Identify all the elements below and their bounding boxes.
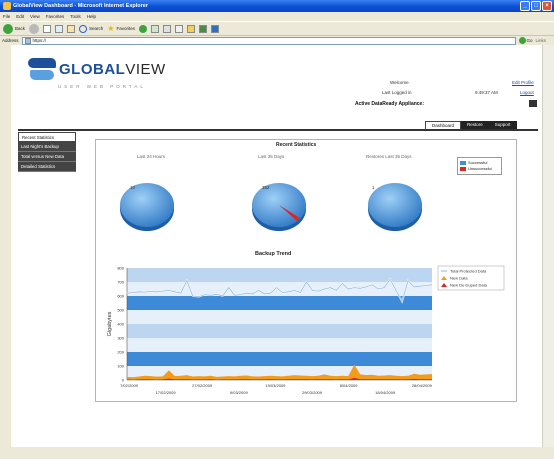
y-tick-label: 200 xyxy=(117,350,124,355)
y-tick-label: 600 xyxy=(117,294,124,299)
x-tick-label: 27/02/2009 xyxy=(192,383,213,388)
backup-trend-chart: 0 100 200 300 400 500 600 700 800 Gigabytes 7/02/2… xyxy=(107,266,505,395)
grid-band xyxy=(127,296,432,310)
grid-band xyxy=(127,338,432,352)
y-tick-label: 400 xyxy=(117,322,124,327)
grid-band xyxy=(127,268,432,282)
x-tick-label: 7/02/2009 xyxy=(120,383,139,388)
y-tick-label: 800 xyxy=(117,266,124,271)
grid-band xyxy=(127,324,432,338)
y-tick-label: 500 xyxy=(117,308,124,313)
grid-band xyxy=(127,310,432,324)
y-tick-label: 300 xyxy=(117,336,124,341)
grid-band xyxy=(127,352,432,366)
y-tick-label: 0 xyxy=(122,378,125,383)
legend-label: New De-Duped Data xyxy=(450,283,488,288)
x-tick-label: 29/03/2009 xyxy=(302,390,323,395)
x-tick-label: 9/03/2009 xyxy=(230,390,249,395)
x-tick-label: 8/04/2009 xyxy=(340,383,359,388)
legend-label: Total Protected Data xyxy=(450,269,487,274)
x-tick-label: 18/04/2009 xyxy=(375,390,396,395)
x-tick-label: 19/03/2009 xyxy=(265,383,286,388)
y-axis-label: Gigabytes xyxy=(107,311,113,336)
legend-label: New Data xyxy=(450,276,468,281)
browser-window: GlobalView Dashboard - Microsoft Interne… xyxy=(0,0,554,459)
x-tick-label: 28/04/2009 xyxy=(412,383,433,388)
y-tick-label: 700 xyxy=(117,280,124,285)
y-tick-label: 100 xyxy=(117,364,124,369)
x-tick-label: 17/02/2009 xyxy=(156,390,177,395)
